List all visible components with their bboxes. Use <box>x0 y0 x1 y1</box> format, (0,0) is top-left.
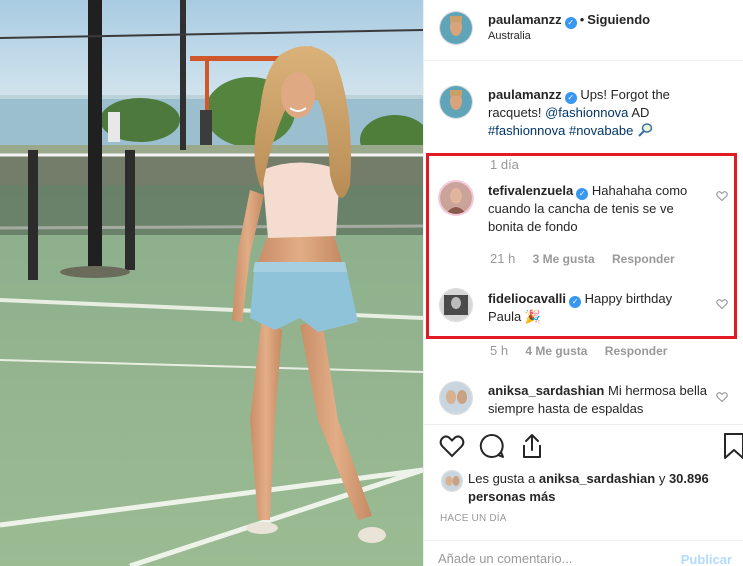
liker-username[interactable]: aniksa_sardashian <box>539 471 655 486</box>
likes-prefix: Les gusta a <box>468 471 536 486</box>
comment-likes[interactable]: 4 Me gusta <box>525 344 587 358</box>
header-line: paulamanzz ✓ • Siguiendo <box>488 12 650 29</box>
comment-username[interactable]: aniksa_sardashian <box>488 383 604 398</box>
post-header: paulamanzz ✓ • Siguiendo Australia <box>424 0 743 61</box>
add-comment-bar: Publicar <box>424 540 743 566</box>
author-avatar[interactable] <box>440 12 472 44</box>
post-photo[interactable] <box>0 0 423 566</box>
actions-divider <box>424 424 743 425</box>
following-button[interactable]: Siguiendo <box>587 12 650 27</box>
hashtag-fashionnova[interactable]: #fashionnova <box>488 123 565 138</box>
heart-icon[interactable] <box>438 432 466 460</box>
post-timestamp[interactable]: HACE UN DÍA <box>440 513 507 524</box>
comment-heart-icon[interactable] <box>716 391 728 403</box>
caption-avatar[interactable] <box>440 86 472 118</box>
caption-ad: AD <box>631 105 650 120</box>
author-username[interactable]: paulamanzz <box>488 12 562 27</box>
comment-input[interactable] <box>438 551 658 566</box>
location-link[interactable]: Australia <box>488 30 531 42</box>
reply-button[interactable]: Responder <box>605 344 668 358</box>
separator-dot: • <box>579 12 585 27</box>
likes-summary: Les gusta a aniksa_sardashian y 30.896 p… <box>468 470 718 506</box>
comment-time: 5 h <box>490 343 509 358</box>
caption-mention[interactable]: @fashionnova <box>545 105 628 120</box>
liker-avatar[interactable] <box>442 471 462 491</box>
caption-username[interactable]: paulamanzz <box>488 87 562 102</box>
comment-meta: 5 h 4 Me gusta Responder <box>490 343 681 358</box>
bookmark-icon[interactable] <box>720 432 743 460</box>
verified-badge-icon: ✓ <box>564 17 577 29</box>
publish-button[interactable]: Publicar <box>681 552 732 566</box>
comment-avatar[interactable] <box>440 382 472 414</box>
share-icon[interactable] <box>518 432 546 460</box>
hashtag-novababe[interactable]: #novababe <box>569 123 633 138</box>
likes-and: y <box>658 471 666 486</box>
highlight-box <box>426 153 737 339</box>
post-action-bar <box>438 432 743 462</box>
comment-body: aniksa_sardashian Mi hermosa bella siemp… <box>488 382 708 418</box>
post-caption: paulamanzz ✓ Ups! Forgot the racquets! @f… <box>488 86 723 140</box>
comment-bubble-icon[interactable] <box>478 432 506 460</box>
tennis-racquet-emoji-icon <box>637 123 653 138</box>
verified-badge-icon: ✓ <box>564 92 577 104</box>
